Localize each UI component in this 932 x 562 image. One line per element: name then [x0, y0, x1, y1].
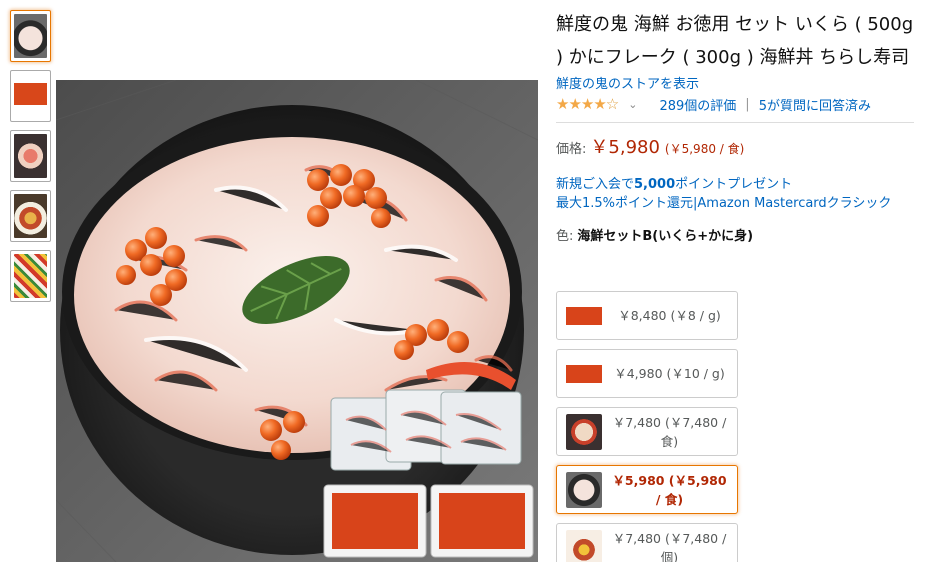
price-per-unit: (￥5,980 / 食) [664, 142, 745, 156]
chevron-down-icon[interactable]: ⌄ [628, 98, 637, 111]
promo-line-1[interactable]: 新規ご入会で5,000ポイントプレゼント [556, 175, 916, 194]
variant-price: ￥7,480 (￥7,480 / 食) [602, 413, 737, 451]
product-title: 鮮度の鬼 海鮮 お徳用 セット いくら ( 500g ) かにフレーク ( 30… [556, 14, 914, 68]
promo-line-2[interactable]: 最大1.5%ポイント還元|Amazon Mastercardクラシック [556, 194, 916, 213]
rating-row: ★★★★☆ ⌄ 289個の評価 | 5が質問に回答済み [556, 94, 916, 114]
qa-link[interactable]: 5が質問に回答済み [759, 95, 871, 114]
price-value: ￥5,980 [590, 137, 660, 158]
store-link[interactable]: 鮮度の鬼のストアを表示 [556, 76, 916, 94]
variant-list: ￥8,480 (￥8 / g) ￥4,980 (￥10 / g) ￥7,480 … [556, 291, 738, 562]
variant-option-4-selected[interactable]: ￥5,980 (￥5,980 / 食) [556, 465, 738, 514]
variant-unit-line: / 食) [655, 491, 684, 507]
variant-price-line: ￥7,480 (￥7,480 / [612, 414, 727, 430]
sashimi-bowl-thumb [14, 134, 47, 178]
promo-prefix: 新規ご入会で [556, 177, 635, 192]
crab-ikura-bowl-thumb [566, 471, 602, 508]
star-empty-icon: ☆ [605, 95, 619, 113]
kaisen-don-illustration [56, 80, 538, 562]
variant-option-3[interactable]: ￥7,480 (￥7,480 / 食) [556, 407, 738, 456]
crab-ikura-bowl-thumb [14, 14, 47, 58]
thumbnail-5[interactable] [10, 250, 51, 302]
product-info: 鮮度の鬼 海鮮 お徳用 セット いくら ( 500g ) かにフレーク ( 30… [556, 8, 916, 244]
thumbnail-1[interactable] [10, 10, 51, 62]
ikura-tray-thumb [566, 355, 602, 392]
variant-option-1[interactable]: ￥8,480 (￥8 / g) [556, 291, 738, 340]
separator: | [745, 96, 750, 112]
stars-filled: ★★★★ [556, 95, 607, 113]
price-row: 価格: ￥5,980 (￥5,980 / 食) [556, 133, 916, 159]
variant-unit-line: 個) [660, 550, 679, 562]
variant-price: ￥8,480 (￥8 / g) [602, 306, 737, 325]
color-row: 色: 海鮮セットB(いくら+かに身) [556, 225, 916, 244]
variant-price-line: ￥8,480 (￥8 / g) [618, 308, 721, 323]
promo-points: 5,000 [634, 177, 676, 192]
variant-price: ￥4,980 (￥10 / g) [602, 364, 737, 383]
variant-unit-line: 食) [660, 433, 679, 449]
divider [556, 122, 914, 123]
variant-price-line: ￥7,480 (￥7,480 / [612, 531, 727, 546]
seafood-bowl-thumb [14, 194, 47, 238]
thumbnail-3[interactable] [10, 130, 51, 182]
variant-option-2[interactable]: ￥4,980 (￥10 / g) [556, 349, 738, 398]
promo-block[interactable]: 新規ご入会で5,000ポイントプレゼント 最大1.5%ポイント還元|Amazon… [556, 175, 916, 213]
variant-price-line: ￥4,980 (￥10 / g) [614, 366, 725, 381]
color-label: 色: [556, 229, 574, 244]
main-product-image[interactable] [56, 80, 538, 562]
rating-count-link[interactable]: 289個の評価 [659, 95, 736, 114]
price-label: 価格: [556, 142, 587, 157]
promo-suffix: ポイントプレゼント [675, 177, 793, 192]
chirashi-thumb [14, 254, 47, 298]
star-rating-icon[interactable]: ★★★★☆ [556, 95, 619, 113]
ikura-tray-thumb [14, 74, 47, 118]
variant-price-line: ￥5,980 (￥5,980 [612, 472, 727, 488]
thumbnail-2[interactable] [10, 70, 51, 122]
ikura-tray-thumb [566, 297, 602, 334]
thumbnail-4[interactable] [10, 190, 51, 242]
color-value: 海鮮セットB(いくら+かに身) [577, 229, 754, 244]
variant-price: ￥7,480 (￥7,480 / 個) [602, 529, 737, 562]
thumbnail-strip [10, 10, 52, 310]
seafood-bowl-thumb [566, 530, 602, 562]
variant-option-5[interactable]: ￥7,480 (￥7,480 / 個) [556, 523, 738, 562]
variant-price: ￥5,980 (￥5,980 / 食) [602, 471, 737, 509]
sashimi-bowl-thumb [566, 413, 602, 450]
